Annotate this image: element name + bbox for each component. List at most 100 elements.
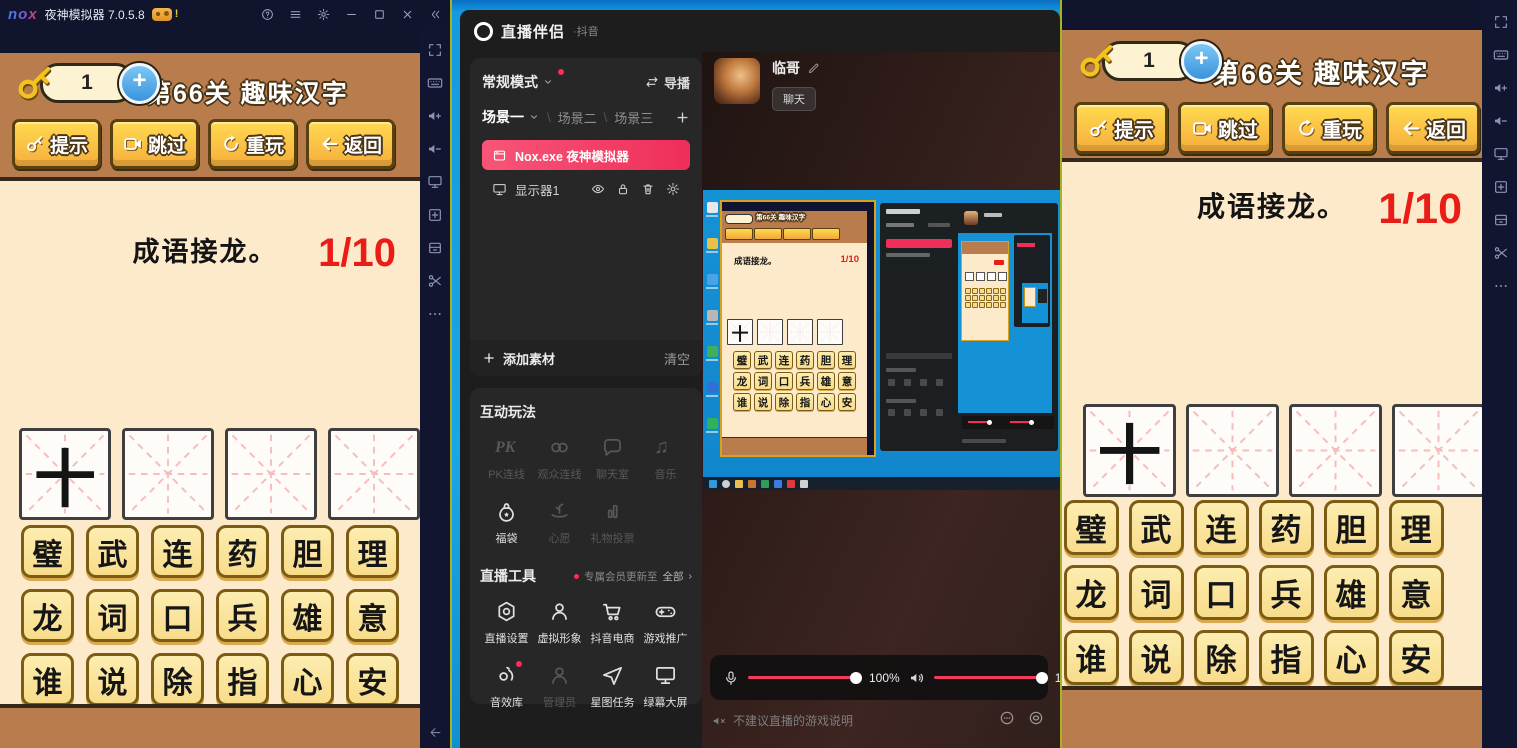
volume-up-icon[interactable] [427,108,443,124]
lock-icon[interactable] [616,182,630,196]
answer-cell[interactable]: 十 [19,428,111,520]
hint-button[interactable]: 提示 [12,119,101,169]
skip-button[interactable]: 跳过 [1178,102,1272,154]
answer-cell[interactable]: 十 [727,319,753,345]
answer-cell[interactable] [225,428,317,520]
tool-item[interactable]: 星图任务 [586,654,639,718]
android-back-icon[interactable] [428,725,443,740]
fullscreen-icon[interactable] [427,42,443,58]
letter-tile[interactable]: 指 [216,653,269,706]
letter-tile[interactable]: 药 [796,351,814,369]
shared-folder-icon[interactable] [1493,212,1509,228]
keyboard-icon[interactable] [427,75,443,91]
close-icon[interactable] [401,8,414,21]
letter-tile[interactable]: 理 [838,351,856,369]
letter-tile[interactable]: 兵 [216,589,269,642]
mode-selector[interactable]: 常规模式 [482,72,538,92]
letter-tile[interactable]: 理 [1389,500,1444,555]
answer-cell[interactable] [757,319,783,345]
tool-item[interactable]: 虚拟形象 [533,590,586,654]
letter-tile[interactable]: 武 [86,525,139,578]
tab-scene-2[interactable]: 场景二 [558,108,597,127]
add-material-button[interactable]: 添加素材 [503,349,555,368]
letter-tile[interactable]: 指 [796,393,814,411]
answer-cell[interactable] [1289,404,1382,497]
letter-tile[interactable]: 龙 [1064,565,1119,620]
avatar[interactable] [714,58,760,104]
source-settings-icon[interactable] [666,182,680,196]
more-icon[interactable] [427,306,443,322]
volume-down-icon[interactable] [1493,113,1509,129]
capture-preview[interactable]: 第66关 趣味汉字 成语接龙。 1/10 十 璧武连药胆理龙词口兵雄意谁说除指心… [703,190,1060,490]
more-icon[interactable] [1493,278,1509,294]
letter-tile[interactable]: 口 [151,589,204,642]
speaker-volume-slider[interactable] [934,676,1046,679]
answer-cell[interactable] [787,319,813,345]
volume-down-icon[interactable] [427,141,443,157]
maximize-icon[interactable] [373,8,386,21]
keyboard-icon[interactable] [1493,47,1509,63]
letter-tile[interactable]: 谁 [733,393,751,411]
tool-item[interactable]: 游戏推广 [639,590,692,654]
answer-cell[interactable] [1186,404,1279,497]
letter-tile[interactable]: 谁 [21,653,74,706]
letter-tile[interactable]: 说 [86,653,139,706]
letter-tile[interactable]: 除 [151,653,204,706]
add-keys-button[interactable]: + [119,63,160,104]
letter-tile[interactable]: 意 [1389,565,1444,620]
letter-tile[interactable]: 心 [281,653,334,706]
help-icon[interactable] [261,8,274,21]
tool-item[interactable]: 抖音电商 [586,590,639,654]
letter-tile[interactable]: 谁 [1064,630,1119,685]
shared-folder-icon[interactable] [427,240,443,256]
answer-cell[interactable]: 十 [1083,404,1176,497]
letter-tile[interactable]: 雄 [281,589,334,642]
tab-scene-3[interactable]: 场景三 [614,108,653,127]
menu-icon[interactable] [289,8,302,21]
source-item-selected[interactable]: Nox.exe 夜神模拟器 [482,140,690,170]
back-button[interactable]: 返回 [1386,102,1480,154]
letter-tile[interactable]: 说 [754,393,772,411]
answer-cell[interactable] [328,428,420,520]
add-keys-button[interactable]: + [1181,41,1222,82]
settings-icon[interactable] [317,8,330,21]
tool-item[interactable]: 直播设置 [480,590,533,654]
chevron-down-icon[interactable] [542,76,554,88]
screen-icon[interactable] [427,174,443,190]
tool-item[interactable]: 绿幕大屏 [639,654,692,718]
letter-tile[interactable]: 意 [838,372,856,390]
membership-note[interactable]: 专属会员更新至 全部 › [574,569,692,584]
screenshot-cut-icon[interactable] [427,273,443,289]
mic-volume-slider[interactable] [748,676,860,679]
back-button[interactable]: 返回 [306,119,395,169]
minimize-icon[interactable] [345,8,358,21]
add-scene-icon[interactable] [675,110,690,125]
screenshot-cut-icon[interactable] [1493,245,1509,261]
fullscreen-icon[interactable] [1493,14,1509,30]
mic-icon[interactable] [723,670,739,686]
letter-tile[interactable]: 璧 [733,351,751,369]
letter-tile[interactable]: 武 [754,351,772,369]
message-icon[interactable] [999,710,1015,726]
speaker-icon[interactable] [909,670,925,686]
volume-up-icon[interactable] [1493,80,1509,96]
screen-icon[interactable] [1493,146,1509,162]
tab-scene-1[interactable]: 场景一 [482,107,540,127]
letter-tile[interactable]: 龙 [733,372,751,390]
letter-tile[interactable]: 口 [1194,565,1249,620]
letter-tile[interactable]: 心 [817,393,835,411]
visibility-eye-icon[interactable] [591,182,605,196]
answer-cell[interactable] [122,428,214,520]
edit-icon[interactable] [807,62,820,75]
letter-tile[interactable]: 药 [1259,500,1314,555]
letter-tile[interactable]: 除 [775,393,793,411]
clear-button[interactable]: 清空 [664,349,690,368]
letter-tile[interactable]: 安 [346,653,399,706]
letter-tile[interactable]: 心 [1324,630,1379,685]
install-apk-icon[interactable] [427,207,443,223]
tool-item[interactable]: 音效库 [480,654,533,718]
letter-tile[interactable]: 说 [1129,630,1184,685]
chat-badge[interactable]: 聊天 [772,87,816,111]
letter-tile[interactable]: 除 [1194,630,1249,685]
letter-tile[interactable]: 兵 [1259,565,1314,620]
